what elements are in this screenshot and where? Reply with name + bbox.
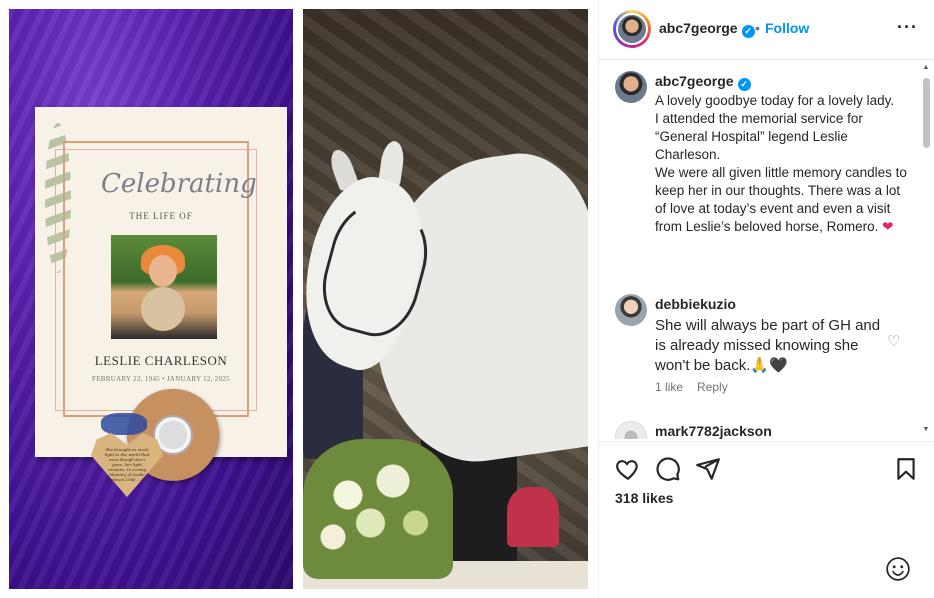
program-celebrating-script: Celebrating [101,169,257,199]
memorial-program-photo: Celebrating THE LIFE OF LESLIE CHARLESON… [9,9,293,589]
decorated-tin [507,487,559,547]
emoji-picker-icon[interactable] [885,556,911,582]
post-side-panel: abc7george ✓ • Follow ··· abc7george ✓ A l… [598,0,934,598]
white-horse-photo [303,9,588,589]
caption-text: A lovely goodbye today for a lovely lady… [655,92,907,236]
comments-section[interactable]: abc7george ✓ A lovely goodbye today for a… [599,61,934,439]
portrait-face [149,255,177,287]
post-media[interactable]: Celebrating THE LIFE OF LESLIE CHARLESON… [0,0,598,598]
blue-ribbon-bow [101,413,147,435]
flower-arrangement [303,439,453,579]
comment-reply-button[interactable]: Reply [697,380,728,394]
commenter-avatar[interactable] [615,294,647,326]
save-bookmark-icon[interactable] [893,456,919,482]
verified-badge-icon: ✓ [737,78,751,91]
header-username[interactable]: abc7george ✓ [659,20,755,38]
commenter-avatar[interactable] [615,421,647,439]
avatar[interactable] [616,13,648,45]
comment-username[interactable]: mark7782jackson [655,423,772,439]
program-portrait-photo [111,235,217,339]
red-heart-icon: ❤ [882,219,894,234]
caption-body: A lovely goodbye today for a lovely lady… [655,93,907,234]
scroll-up-arrow-icon[interactable]: ▲ [921,64,931,72]
program-dates: FEBRUARY 22, 1945 • JANUARY 12, 2025 [92,375,230,383]
heart-tag-text: She brought so much light to the world t… [103,447,151,482]
more-options-icon[interactable]: ··· [897,18,919,40]
verified-badge-icon: ✓ [741,25,755,38]
story-ring[interactable] [613,10,651,48]
post-header: abc7george ✓ • Follow ··· [599,0,934,60]
separator-dot: • [755,20,760,36]
comment-like-heart-icon[interactable]: ♡ [887,334,903,350]
caption-avatar[interactable] [615,71,647,103]
comment-bubble-icon[interactable] [655,456,681,482]
caption-username[interactable]: abc7george ✓ [655,73,751,91]
comment-like-count[interactable]: 1 like [655,380,683,394]
header-username-text[interactable]: abc7george [659,20,738,36]
comment-meta: 1 like Reply [655,380,742,394]
comment-username[interactable]: debbiekuzio [655,296,736,312]
program-name: LESLIE CHARLESON [94,353,228,368]
share-paper-plane-icon[interactable] [695,456,721,482]
portrait-dog [141,287,185,331]
like-heart-icon[interactable] [615,456,641,482]
scroll-thumb[interactable] [923,78,930,148]
comments-scrollbar[interactable]: ▲ ▼ [921,64,931,436]
wooden-heart-tag: She brought so much light to the world t… [91,433,163,497]
scroll-down-arrow-icon[interactable]: ▼ [921,426,931,434]
follow-button[interactable]: Follow [765,20,809,36]
comment-text: She will always be part of GH and is alr… [655,317,881,374]
post-actions: 318 likes [599,441,934,551]
program-the-life-of: THE LIFE OF [129,211,193,221]
caption-username-text[interactable]: abc7george [655,73,734,89]
likes-count[interactable]: 318 likes [615,490,673,506]
